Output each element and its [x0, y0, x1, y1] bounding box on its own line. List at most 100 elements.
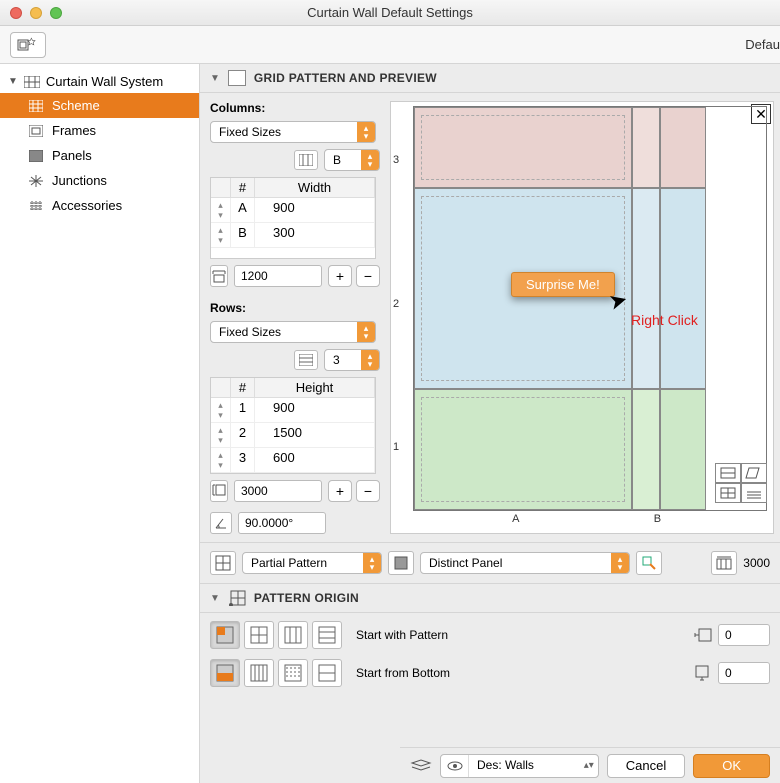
cell-val[interactable]: 300 — [255, 223, 375, 247]
origin-pattern-opt-4[interactable] — [312, 621, 342, 649]
panel-icon-button[interactable] — [388, 551, 414, 575]
stepper-icon[interactable]: ▴▾ — [211, 398, 231, 422]
view-front-button[interactable] — [715, 463, 741, 483]
preview-chart[interactable] — [413, 106, 767, 511]
origin-icon — [228, 590, 246, 606]
table-header: Width — [255, 178, 375, 197]
table-row[interactable]: ▴▾ 1 900 — [211, 398, 375, 423]
grid-preview[interactable]: ✕ 1 2 3 A B — [390, 101, 774, 534]
sidebar-item-scheme[interactable]: Scheme — [0, 93, 199, 118]
table-row[interactable]: ▴▾ 2 1500 — [211, 423, 375, 448]
stepper-icon[interactable]: ▴▾ — [211, 223, 231, 247]
curtain-wall-icon — [24, 75, 40, 89]
accessories-icon — [28, 199, 44, 213]
origin-bottom-opt-1[interactable] — [210, 659, 240, 687]
grid-rows-button[interactable] — [294, 350, 318, 370]
height-total-icon — [210, 480, 228, 502]
origin-label: Start with Pattern — [356, 628, 448, 642]
view-3d-button[interactable] — [741, 483, 767, 503]
cell-val[interactable]: 900 — [255, 198, 375, 222]
offset-x-input[interactable] — [718, 624, 770, 646]
sidebar-item-junctions[interactable]: Junctions — [0, 168, 199, 193]
grid-section-header[interactable]: ▼ GRID PATTERN AND PREVIEW — [200, 64, 780, 93]
layer-name: Des: Walls — [469, 755, 580, 777]
columns-total-input[interactable] — [234, 265, 322, 287]
angle-input[interactable] — [238, 512, 326, 534]
columns-mode-dropdown[interactable]: Fixed Sizes ▴▾ — [210, 121, 376, 143]
cell-idx: 2 — [231, 423, 255, 447]
sidebar-item-panels[interactable]: Panels — [0, 143, 199, 168]
pattern-icon-button[interactable] — [210, 551, 236, 575]
titlebar: Curtain Wall Default Settings — [0, 0, 780, 26]
dropdown-text: Fixed Sizes — [211, 322, 357, 342]
columns-table: # Width ▴▾ A 900 ▴▾ B 300 — [210, 177, 376, 259]
disclosure-icon: ▼ — [8, 76, 18, 87]
rows-total-input[interactable] — [234, 480, 322, 502]
ok-button[interactable]: OK — [693, 754, 770, 778]
scheme-icon — [28, 99, 44, 113]
origin-row-bottom: Start from Bottom — [210, 659, 770, 687]
panels-icon — [28, 149, 44, 163]
add-column-button[interactable]: + — [328, 265, 352, 287]
junctions-icon — [28, 174, 44, 188]
pattern-mode-dropdown[interactable]: Partial Pattern ▴▾ — [242, 552, 382, 574]
cell-idx: A — [231, 198, 255, 222]
stepper-icon[interactable]: ▴▾ — [211, 423, 231, 447]
disclosure-icon: ▼ — [210, 593, 220, 604]
frames-icon — [28, 124, 44, 138]
tree-root-label: Curtain Wall System — [46, 74, 163, 89]
origin-body: Start with Pattern Start from Bottom — [200, 613, 780, 695]
context-menu-item[interactable]: Surprise Me! — [511, 272, 615, 297]
sidebar-item-frames[interactable]: Frames — [0, 118, 199, 143]
rows-mode-dropdown[interactable]: Fixed Sizes ▴▾ — [210, 321, 376, 343]
chevron-updown-icon: ▴▾ — [361, 150, 379, 170]
cell-val[interactable]: 900 — [255, 398, 375, 422]
table-row[interactable]: ▴▾ A 900 — [211, 198, 375, 223]
column-select-dropdown[interactable]: B ▴▾ — [324, 149, 380, 171]
grid-columns-button[interactable] — [294, 150, 318, 170]
layer-icon — [410, 759, 432, 773]
origin-pattern-opt-2[interactable] — [244, 621, 274, 649]
rows-label: Rows: — [210, 301, 380, 315]
panel-mode-dropdown[interactable]: Distinct Panel ▴▾ — [420, 552, 630, 574]
sidebar-item-accessories[interactable]: Accessories — [0, 193, 199, 218]
origin-bottom-opt-4[interactable] — [312, 659, 342, 687]
chevron-updown-icon: ▴▾ — [357, 122, 375, 142]
chevron-updown-icon: ▴▾ — [611, 553, 629, 573]
view-grid-button[interactable] — [715, 483, 741, 503]
axis-x: A B — [413, 513, 767, 529]
origin-pattern-opt-3[interactable] — [278, 621, 308, 649]
origin-bottom-opt-2[interactable] — [244, 659, 274, 687]
stepper-icon[interactable]: ▴▾ — [211, 198, 231, 222]
sidebar-item-label: Junctions — [52, 173, 107, 188]
offset-y-input[interactable] — [718, 662, 770, 684]
table-row[interactable]: ▴▾ 3 600 — [211, 448, 375, 473]
table-row[interactable]: ▴▾ B 300 — [211, 223, 375, 248]
add-row-button[interactable]: + — [328, 480, 352, 502]
tree-root[interactable]: ▼ Curtain Wall System — [0, 70, 199, 93]
origin-pattern-opt-1[interactable] — [210, 621, 240, 649]
remove-row-button[interactable]: − — [356, 480, 380, 502]
cancel-button[interactable]: Cancel — [607, 754, 685, 778]
default-label: Defau — [745, 37, 780, 52]
pick-button[interactable] — [636, 551, 662, 575]
row-select-dropdown[interactable]: 3 ▴▾ — [324, 349, 380, 371]
origin-bottom-opt-3[interactable] — [278, 659, 308, 687]
cell-idx: 3 — [231, 448, 255, 472]
rows-table: # Height ▴▾ 1 900 ▴▾ 2 1500 — [210, 377, 376, 474]
dropdown-text: Fixed Sizes — [211, 122, 357, 142]
cell-idx: B — [231, 223, 255, 247]
cell-val[interactable]: 600 — [255, 448, 375, 472]
dropdown-text: B — [325, 150, 361, 170]
origin-section-header[interactable]: ▼ PATTERN ORIGIN — [200, 584, 780, 613]
remove-column-button[interactable]: − — [356, 265, 380, 287]
disclosure-icon: ▼ — [210, 73, 220, 84]
stepper-icon[interactable]: ▴▾ — [211, 448, 231, 472]
chevron-updown-icon: ▴▾ — [361, 350, 379, 370]
dropdown-text: 3 — [325, 350, 361, 370]
view-side-button[interactable] — [741, 463, 767, 483]
favorites-button[interactable] — [10, 32, 46, 58]
origin-label: Start from Bottom — [356, 666, 450, 680]
cell-val[interactable]: 1500 — [255, 423, 375, 447]
layer-dropdown[interactable]: Des: Walls ▴▾ — [440, 754, 599, 778]
